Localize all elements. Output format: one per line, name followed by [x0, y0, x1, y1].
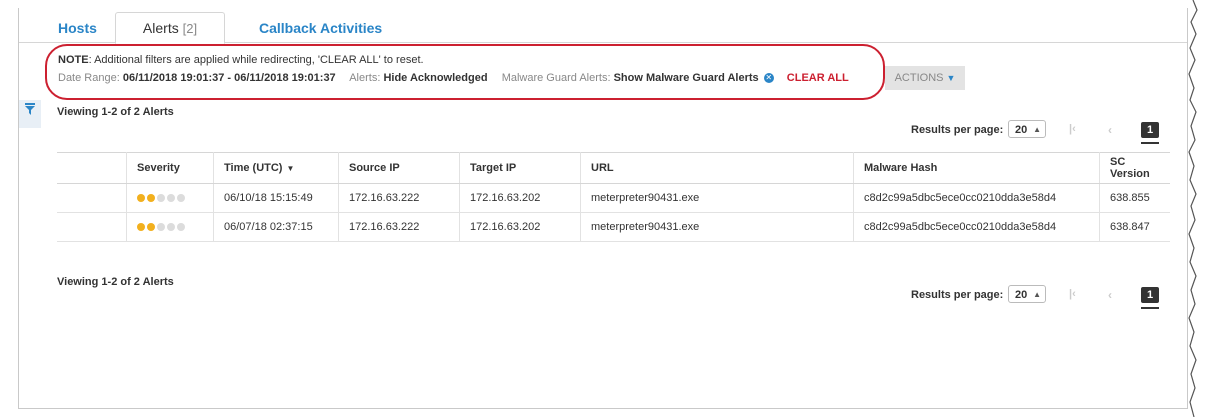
select-arrows-icon: ▲ [1033, 125, 1041, 134]
header-target-ip[interactable]: Target IP [459, 152, 581, 184]
results-per-page-label: Results per page: [911, 124, 1004, 136]
malware-guard-value: Show Malware Guard Alerts [613, 72, 759, 84]
remove-filter-icon[interactable]: ✕ [763, 73, 774, 84]
severity-dot [137, 194, 145, 203]
viewing-count-top: Viewing 1-2 of 2 Alerts [57, 106, 174, 118]
results-per-page-select[interactable]: 20 ▲ [1008, 120, 1046, 138]
alerts-table: Severity Time (UTC) ▼ Source IP Target IP… [57, 152, 1170, 242]
header-time[interactable]: Time (UTC) ▼ [213, 152, 339, 184]
severity-dot [167, 194, 175, 203]
page-number-current[interactable]: 1 [1141, 287, 1159, 303]
header-sc-version[interactable]: SC Version [1099, 152, 1170, 184]
malware-hash-cell: c8d2c99a5dbc5ece0cc0210dda3e58d4 [853, 183, 1100, 213]
header-time-label: Time (UTC) [224, 162, 283, 174]
severity-cell [126, 183, 214, 213]
select-column-header [57, 152, 127, 184]
results-per-page-select[interactable]: 20 ▲ [1008, 285, 1046, 303]
first-page-icon[interactable]: |‹ [1069, 123, 1076, 135]
prev-page-icon[interactable]: ‹ [1108, 288, 1112, 302]
prev-page-icon[interactable]: ‹ [1108, 123, 1112, 137]
alerts-filter-label: Alerts: [349, 72, 381, 84]
time-cell: 06/07/18 02:37:15 [213, 212, 339, 242]
malware-guard-label: Malware Guard Alerts: [501, 72, 611, 84]
table-row[interactable]: 06/10/18 15:15:49 172.16.63.222 172.16.63.… [57, 183, 1170, 213]
severity-dot [177, 194, 185, 203]
tab-bar: Hosts Alerts [2] Callback Activities [19, 8, 1187, 44]
row-select-cell [57, 183, 127, 213]
active-filters-line: Date Range: 06/11/2018 19:01:37 - 06/11/… [58, 72, 849, 84]
severity-dot [137, 223, 145, 232]
filter-icon [25, 103, 35, 115]
tab-callback-activities[interactable]: Callback Activities [259, 14, 382, 42]
alerts-panel: Hosts Alerts [2] Callback Activities NOT… [18, 8, 1188, 409]
header-url[interactable]: URL [580, 152, 854, 184]
filter-toggle[interactable] [19, 100, 41, 128]
severity-dots [137, 192, 187, 204]
page-underline [1141, 142, 1159, 144]
header-severity[interactable]: Severity [126, 152, 214, 184]
page-underline [1141, 307, 1159, 309]
first-page-icon[interactable]: |‹ [1069, 288, 1076, 300]
sc-version-cell: 638.855 [1099, 183, 1170, 213]
severity-dot [147, 194, 155, 203]
filter-note-box: NOTE: Additional filters are applied whi… [45, 44, 885, 100]
sort-down-icon: ▼ [286, 164, 295, 173]
header-malware-hash[interactable]: Malware Hash [853, 152, 1100, 184]
url-cell: meterpreter90431.exe [580, 183, 854, 213]
table-header-row: Severity Time (UTC) ▼ Source IP Target IP… [57, 152, 1170, 184]
severity-dot [177, 223, 185, 232]
actions-button[interactable]: ACTIONS ▼ [885, 66, 965, 90]
target-ip-cell: 172.16.63.202 [459, 183, 581, 213]
results-per-page-value: 20 [1015, 124, 1028, 136]
severity-dot [157, 223, 165, 232]
severity-dot [167, 223, 175, 232]
source-ip-cell: 172.16.63.222 [338, 212, 460, 242]
clear-all-link[interactable]: CLEAR ALL [787, 72, 849, 84]
torn-edge-decoration [1188, 0, 1205, 417]
header-source-ip[interactable]: Source IP [338, 152, 460, 184]
select-arrows-icon: ▲ [1033, 290, 1041, 299]
results-per-page-label: Results per page: [911, 289, 1004, 301]
table-row[interactable]: 06/07/18 02:37:15 172.16.63.222 172.16.63.… [57, 212, 1170, 242]
date-range-value: 06/11/2018 19:01:37 - 06/11/2018 19:01:3… [122, 72, 336, 84]
tab-alerts[interactable]: Alerts [2] [115, 12, 225, 44]
severity-dot [157, 194, 165, 203]
time-cell: 06/10/18 15:15:49 [213, 183, 339, 213]
severity-dots [137, 221, 187, 233]
actions-label: ACTIONS [894, 72, 944, 84]
results-per-page-value: 20 [1015, 289, 1028, 301]
url-cell: meterpreter90431.exe [580, 212, 854, 242]
note-prefix: NOTE [58, 54, 89, 66]
tab-hosts[interactable]: Hosts [58, 14, 97, 42]
target-ip-cell: 172.16.63.202 [459, 212, 581, 242]
malware-hash-cell: c8d2c99a5dbc5ece0cc0210dda3e58d4 [853, 212, 1100, 242]
sc-version-cell: 638.847 [1099, 212, 1170, 242]
severity-dot [147, 223, 155, 232]
viewing-count-bottom: Viewing 1-2 of 2 Alerts [57, 276, 174, 288]
date-range-label: Date Range: [58, 72, 120, 84]
severity-cell [126, 212, 214, 242]
note-line: NOTE: Additional filters are applied whi… [58, 54, 424, 66]
note-text: : Additional filters are applied while r… [88, 54, 424, 66]
chevron-down-icon: ▼ [946, 73, 956, 83]
page-number-current[interactable]: 1 [1141, 122, 1159, 138]
tab-alerts-count: [2] [182, 21, 198, 36]
tab-alerts-label: Alerts [142, 20, 179, 36]
row-select-cell [57, 212, 127, 242]
source-ip-cell: 172.16.63.222 [338, 183, 460, 213]
alerts-filter-value: Hide Acknowledged [383, 72, 488, 84]
